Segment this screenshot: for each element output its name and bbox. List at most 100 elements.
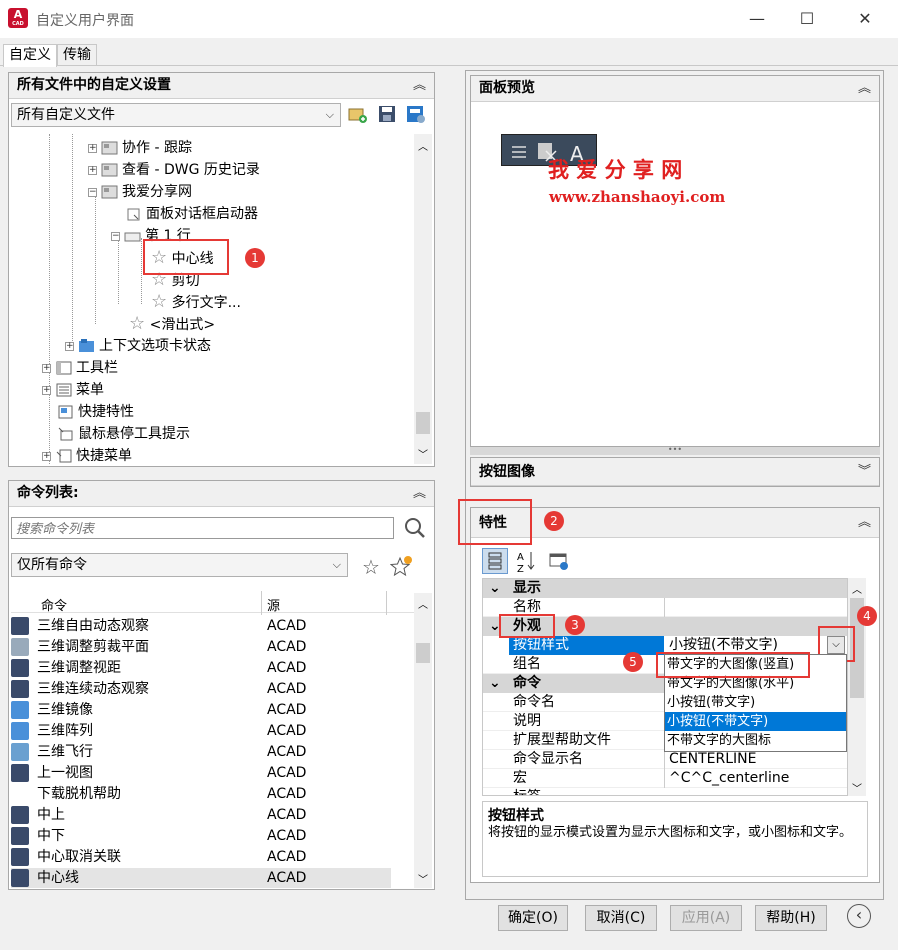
- svg-text:A: A: [517, 552, 524, 563]
- table-row[interactable]: 三维阵列 ACAD: [11, 721, 391, 742]
- column-source[interactable]: 源: [267, 595, 280, 614]
- tab-strip: [0, 38, 898, 66]
- expand-icon[interactable]: +: [42, 363, 51, 373]
- orbit-icon: [11, 617, 29, 635]
- tab-customize[interactable]: 自定义: [3, 44, 57, 67]
- expand-icon[interactable]: ︾: [858, 458, 871, 486]
- prop-row-tags[interactable]: 标签: [483, 788, 847, 795]
- new-command-icon[interactable]: [389, 554, 414, 578]
- splitter-grip[interactable]: •••: [470, 446, 880, 455]
- annotation-badge-4: 4: [857, 606, 877, 626]
- table-row[interactable]: 上一视图 ACAD: [11, 763, 391, 784]
- dropdown-option[interactable]: 不带文字的大图标: [665, 731, 846, 750]
- command-scrollbar[interactable]: ︿ ﹀: [414, 593, 432, 888]
- prop-row-command-display-name[interactable]: 命令显示名 CENTERLINE: [483, 750, 847, 769]
- scroll-up-icon[interactable]: ︿: [418, 138, 428, 153]
- collapse-left-icon[interactable]: ‹: [847, 904, 871, 928]
- clip-plane-icon: [11, 638, 29, 656]
- scroll-down-icon[interactable]: ﹀: [852, 780, 862, 795]
- tree-node[interactable]: 快捷特性: [57, 401, 134, 421]
- array-3d-icon: [11, 722, 29, 740]
- toolbar-icon: [55, 360, 73, 376]
- table-row[interactable]: 三维飞行 ACAD: [11, 742, 391, 763]
- collapse-node-icon: ⌄: [489, 580, 501, 596]
- table-row[interactable]: 三维调整剪裁平面 ACAD: [11, 637, 391, 658]
- maximize-button[interactable]: ☐: [790, 6, 824, 32]
- expand-icon[interactable]: +: [88, 143, 97, 153]
- alphabetical-sort-icon[interactable]: AZ: [513, 548, 537, 575]
- expand-icon[interactable]: +: [65, 341, 74, 351]
- column-command[interactable]: 命令: [41, 595, 67, 614]
- customization-file-select[interactable]: 所有自定义文件 ⌵: [11, 103, 341, 127]
- svg-text:Z: Z: [517, 564, 524, 574]
- table-row[interactable]: 下载脱机帮助 ACAD: [11, 784, 391, 805]
- save-icon[interactable]: [377, 104, 397, 124]
- open-file-icon[interactable]: [348, 104, 368, 124]
- table-row[interactable]: 中下 ACAD: [11, 826, 391, 847]
- scroll-up-icon[interactable]: ︿: [852, 581, 862, 596]
- tree-node[interactable]: + 查看 - DWG 历史记录: [88, 159, 260, 179]
- description-text: 将按钮的显示模式设置为显示大图标和文字，或小图标和文字。: [488, 825, 853, 840]
- tab-transfer[interactable]: 传输: [57, 44, 97, 66]
- tree-scrollbar[interactable]: ︿ ﹀: [414, 134, 432, 464]
- tree-node[interactable]: + 上下文选项卡状态: [65, 335, 211, 355]
- fly-icon: [11, 743, 29, 761]
- menu-icon: [55, 382, 73, 398]
- ok-button[interactable]: 确定(O): [498, 905, 568, 931]
- dropdown-option-selected[interactable]: 小按钮(不带文字): [665, 712, 846, 731]
- centerline-icon: [11, 869, 29, 887]
- load-partial-icon[interactable]: [405, 104, 427, 124]
- table-row[interactable]: 三维调整视距 ACAD: [11, 658, 391, 679]
- tree-node[interactable]: − 我爱分享网: [88, 181, 192, 201]
- table-row-selected[interactable]: 中心线 ACAD: [11, 868, 391, 888]
- table-row[interactable]: 三维自由动态观察 ACAD: [11, 616, 391, 637]
- scroll-down-icon[interactable]: ﹀: [418, 871, 428, 886]
- minimize-button[interactable]: —: [740, 6, 774, 32]
- tree-node[interactable]: + 快捷菜单: [42, 445, 132, 464]
- table-row[interactable]: 中心取消关联 ACAD: [11, 847, 391, 868]
- table-row[interactable]: 中上 ACAD: [11, 805, 391, 826]
- tree-node[interactable]: + 菜单: [42, 379, 104, 399]
- highlight-box: [656, 652, 810, 678]
- tree-node[interactable]: 面板对话框启动器: [125, 203, 258, 223]
- command-filter-select[interactable]: 仅所有命令 ⌵: [11, 553, 348, 577]
- table-row[interactable]: 三维镜像 ACAD: [11, 700, 391, 721]
- apply-button[interactable]: 应用(A): [670, 905, 742, 931]
- tree-node[interactable]: + 工具栏: [42, 357, 118, 377]
- collapse-icon[interactable]: ︽: [413, 73, 426, 98]
- command-search-input[interactable]: [11, 517, 394, 539]
- ribbon-panel-icon: [101, 162, 119, 178]
- expand-icon[interactable]: +: [88, 165, 97, 175]
- ribbon-panel-icon: [101, 184, 119, 200]
- property-pages-icon[interactable]: [548, 550, 570, 572]
- cancel-button[interactable]: 取消(C): [585, 905, 657, 931]
- scroll-up-icon[interactable]: ︿: [418, 596, 428, 611]
- dialog-launcher-icon: [125, 206, 143, 222]
- tree-node[interactable]: ☆ <滑出式>: [129, 313, 215, 334]
- collapse-node-icon[interactable]: −: [111, 231, 120, 241]
- category-display[interactable]: ⌄ 显示: [483, 579, 847, 598]
- prop-row-macro[interactable]: 宏 ^C^C_centerline: [483, 769, 847, 788]
- scroll-thumb[interactable]: [416, 643, 430, 663]
- collapse-icon[interactable]: ︽: [858, 76, 871, 101]
- search-icon[interactable]: [403, 516, 427, 540]
- collapse-icon[interactable]: ︽: [858, 508, 871, 538]
- star-filter-icon[interactable]: ☆: [362, 556, 384, 578]
- expand-icon[interactable]: +: [42, 451, 51, 461]
- collapse-icon[interactable]: ︽: [413, 481, 426, 506]
- expand-icon[interactable]: +: [42, 385, 51, 395]
- help-button[interactable]: 帮助(H): [755, 905, 827, 931]
- collapse-node-icon[interactable]: −: [88, 187, 97, 197]
- close-button[interactable]: ✕: [848, 6, 882, 32]
- panel-preview: 面板预览 ︽: [470, 75, 880, 447]
- scroll-thumb[interactable]: [416, 412, 430, 434]
- customization-tree: + 协作 - 跟踪 + 查看 - DWG 历史记录 − 我爱分享网 面板对话框启动器 …: [11, 134, 414, 464]
- tree-node[interactable]: + 协作 - 跟踪: [88, 137, 192, 157]
- tree-node[interactable]: 鼠标悬停工具提示: [57, 423, 190, 443]
- table-row[interactable]: 三维连续动态观察 ACAD: [11, 679, 391, 700]
- categorized-icon[interactable]: [482, 548, 508, 574]
- scroll-down-icon[interactable]: ﹀: [418, 446, 428, 461]
- dropdown-option[interactable]: 小按钮(带文字): [665, 693, 846, 712]
- chevron-down-icon: ⌵: [325, 108, 334, 121]
- tree-node[interactable]: ☆ 多行文字...: [151, 291, 241, 312]
